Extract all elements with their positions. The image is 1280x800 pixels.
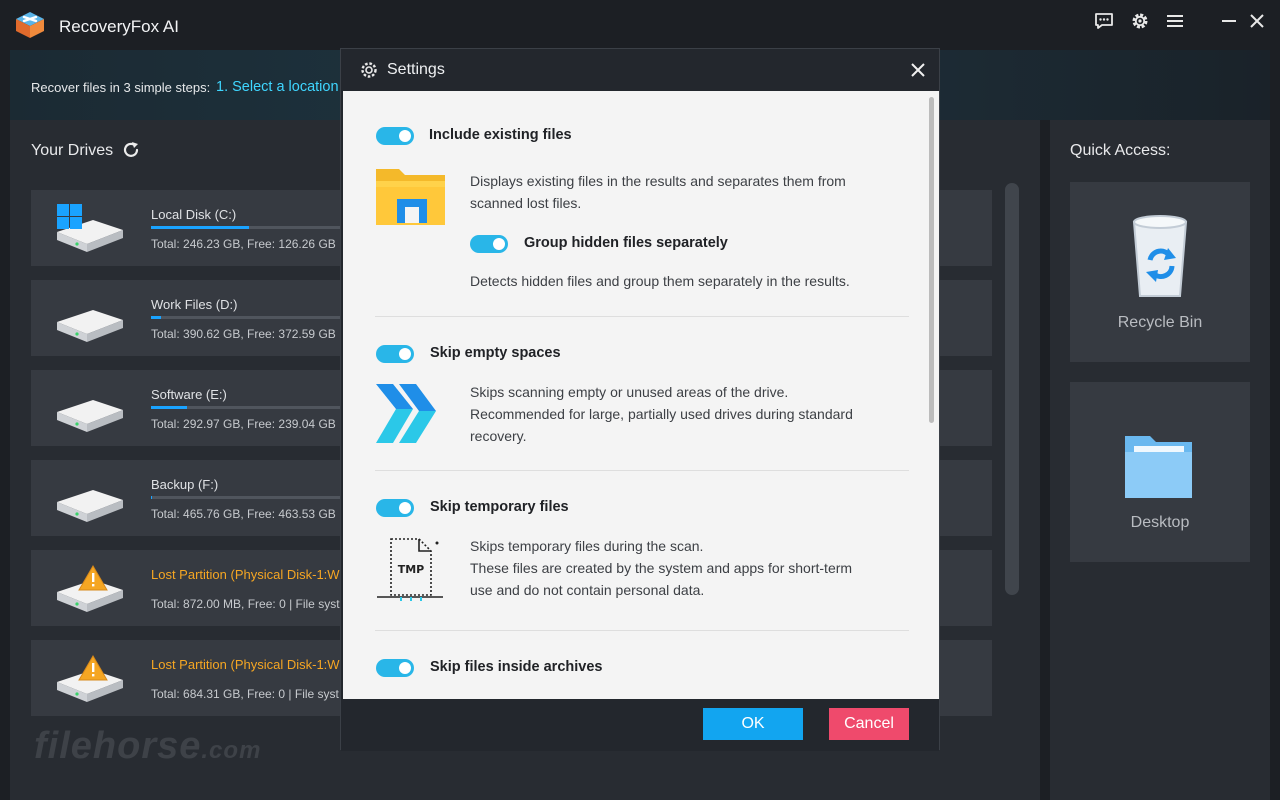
drive-usage-bar <box>151 226 351 229</box>
divider <box>375 470 909 471</box>
drive-info: Total: 292.97 GB, Free: 239.04 GB <box>151 417 336 431</box>
toggle-skip-temporary-files[interactable] <box>376 499 414 517</box>
svg-text:TMP: TMP <box>398 563 425 576</box>
drive-name: Work Files (D:) <box>151 297 238 312</box>
gear-icon <box>1132 13 1148 29</box>
drive-usage-bar <box>151 496 351 499</box>
divider <box>375 316 909 317</box>
drive-info: Total: 246.23 GB, Free: 126.26 GB <box>151 237 336 251</box>
feedback-icon <box>1095 13 1113 29</box>
drives-scrollbar[interactable] <box>1005 183 1019 595</box>
recycle-bin-icon <box>1132 215 1188 297</box>
skip-arrows-icon <box>376 384 436 443</box>
drive-info: Total: 684.31 GB, Free: 0 | File syst <box>151 687 339 701</box>
option-title: Include existing files <box>429 127 572 143</box>
close-icon <box>1250 14 1264 28</box>
watermark: filehorse.com <box>34 725 262 767</box>
settings-scrollbar[interactable] <box>929 97 934 423</box>
drive-usage-bar <box>151 316 351 319</box>
close-icon[interactable] <box>907 59 929 81</box>
dialog-footer: OK Cancel <box>341 699 939 751</box>
system-drive-icon <box>57 204 123 252</box>
toggle-include-existing-files[interactable] <box>376 127 414 145</box>
drive-name: Software (E:) <box>151 387 227 402</box>
close-button[interactable] <box>1240 8 1274 34</box>
option-description: Displays existing files in the results a… <box>470 173 846 211</box>
app-logo-icon <box>16 12 44 38</box>
menu-icon <box>1167 15 1183 27</box>
toggle-group-hidden-files[interactable] <box>470 235 508 253</box>
ok-button[interactable]: OK <box>703 708 803 740</box>
drive-usage-fill <box>151 316 161 319</box>
quick-access-recycle-bin[interactable]: Recycle Bin <box>1070 182 1250 362</box>
option-description: Skips temporary files during the scan. T… <box>470 538 853 598</box>
drive-name: Local Disk (C:) <box>151 207 237 222</box>
quick-access-desktop[interactable]: Desktop <box>1070 382 1250 562</box>
option-title: Skip empty spaces <box>430 345 561 361</box>
warning-drive-icon <box>57 565 123 612</box>
toggle-skip-empty-spaces[interactable] <box>376 345 414 363</box>
drive-info: Total: 390.62 GB, Free: 372.59 GB <box>151 327 336 341</box>
drive-usage-fill <box>151 226 249 229</box>
drive-name: Backup (F:) <box>151 477 219 492</box>
option-title: Group hidden files separately <box>524 235 728 251</box>
quick-access-panel: Quick Access: Recycle Bin Desktop <box>1050 120 1270 800</box>
title-bar: RecoveryFox AI <box>0 0 1280 50</box>
temp-file-icon: TMP <box>377 538 443 601</box>
drive-usage-fill <box>151 406 187 409</box>
feedback-button[interactable] <box>1087 8 1121 34</box>
minimize-icon <box>1222 20 1236 22</box>
folder-icon <box>1125 436 1192 498</box>
settings-body: Include existing files Displays existing… <box>343 91 939 699</box>
drive-name: Lost Partition (Physical Disk-1:W <box>151 567 340 582</box>
drive-usage-fill <box>151 496 152 499</box>
option-title: Skip files inside archives <box>430 659 603 675</box>
warning-drive-icon <box>57 655 123 702</box>
quick-access-label: Desktop <box>1130 514 1190 531</box>
drives-title: Your Drives <box>31 142 114 159</box>
option-title: Skip temporary files <box>430 499 569 515</box>
settings-dialog: Settings Include existing files Displays… <box>340 48 940 751</box>
app-title: RecoveryFox AI <box>59 17 179 36</box>
settings-button[interactable] <box>1123 8 1157 34</box>
hard-drive-icon <box>57 400 123 432</box>
menu-button[interactable] <box>1158 8 1192 34</box>
toggle-skip-files-inside-archives[interactable] <box>376 659 414 677</box>
drive-info: Total: 872.00 MB, Free: 0 | File syst <box>151 597 340 611</box>
cancel-button[interactable]: Cancel <box>829 708 909 740</box>
quick-access-label: Recycle Bin <box>1117 314 1203 331</box>
hard-drive-icon <box>57 310 123 342</box>
option-description: Skips scanning empty or unused areas of … <box>470 384 853 444</box>
divider <box>375 630 909 631</box>
refresh-icon[interactable] <box>121 140 141 160</box>
drive-usage-bar <box>151 406 351 409</box>
hard-drive-icon <box>57 490 123 522</box>
step-select-location[interactable]: 1. Select a location <box>216 79 339 95</box>
drive-info: Total: 465.76 GB, Free: 463.53 GB <box>151 507 336 521</box>
gear-icon <box>361 62 377 78</box>
dialog-title: Settings <box>387 61 445 78</box>
drive-name: Lost Partition (Physical Disk-1:W <box>151 657 340 672</box>
steps-label: Recover files in 3 simple steps: <box>31 80 211 95</box>
file-explorer-icon <box>376 169 445 225</box>
quick-access-title: Quick Access: <box>1070 142 1171 159</box>
option-description: Detects hidden files and group them sepa… <box>470 273 850 289</box>
